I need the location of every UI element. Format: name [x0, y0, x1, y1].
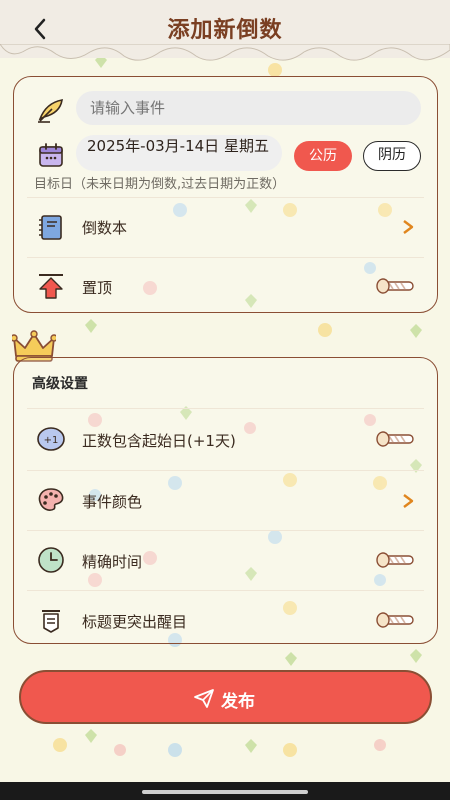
section-title: 高级设置: [32, 376, 88, 392]
svg-text:+1: +1: [44, 435, 59, 446]
date-text[interactable]: 2025年-03月-14日 星期五: [87, 136, 292, 156]
chevron-right-icon[interactable]: [399, 218, 417, 236]
notebook-icon: [39, 215, 62, 240]
date-hint: 目标日（未来日期为倒数,过去日期为正数）: [34, 177, 286, 192]
header: 添加新倒数: [0, 0, 450, 61]
pin-top-label: 置顶: [82, 279, 113, 297]
solar-calendar-button[interactable]: 公历: [294, 141, 352, 171]
include-start-day-toggle[interactable]: [375, 429, 415, 449]
page-title: 添加新倒数: [167, 18, 283, 43]
publish-label: 发布: [221, 692, 255, 712]
system-nav-bar: [0, 782, 450, 800]
calendar-icon: [39, 143, 63, 167]
divider: [27, 530, 424, 531]
countdown-book-label[interactable]: 倒数本: [82, 217, 127, 238]
advanced-settings-card: 高级设置 +1 正数包含起始日(+1天) 事件颜色 精确时间 标题更突出醒目: [13, 357, 438, 644]
publish-button[interactable]: 发布: [19, 670, 432, 724]
advanced-item-label: 标题更突出醒目: [82, 613, 188, 631]
event-name-input[interactable]: [76, 91, 421, 125]
header-wave: [0, 44, 450, 61]
paper-plane-icon: [194, 689, 214, 708]
divider: [27, 197, 424, 198]
pin-top-toggle[interactable]: [375, 276, 415, 296]
lunar-calendar-button[interactable]: 阴历: [363, 141, 421, 171]
advanced-item-label: 正数包含起始日(+1天): [82, 432, 236, 450]
plus-one-icon: +1: [37, 427, 65, 451]
event-card: 2025年-03月-14日 星期五 公历 阴历 目标日（未来日期为倒数,过去日期…: [13, 76, 438, 313]
advanced-item-label: 精确时间: [82, 553, 143, 571]
divider: [27, 590, 424, 591]
chevron-right-icon[interactable]: [399, 492, 417, 510]
feather-pen-icon: [38, 99, 63, 123]
home-indicator[interactable]: [142, 790, 308, 794]
divider: [27, 470, 424, 471]
highlight-title-toggle[interactable]: [375, 610, 415, 630]
title-icon: [42, 610, 60, 633]
precise-time-toggle[interactable]: [375, 550, 415, 570]
divider: [27, 257, 424, 258]
divider: [27, 408, 424, 409]
palette-icon: [38, 488, 64, 511]
pin-top-icon: [39, 274, 63, 299]
advanced-item-label[interactable]: 事件颜色: [82, 491, 142, 512]
clock-icon: [38, 547, 64, 573]
